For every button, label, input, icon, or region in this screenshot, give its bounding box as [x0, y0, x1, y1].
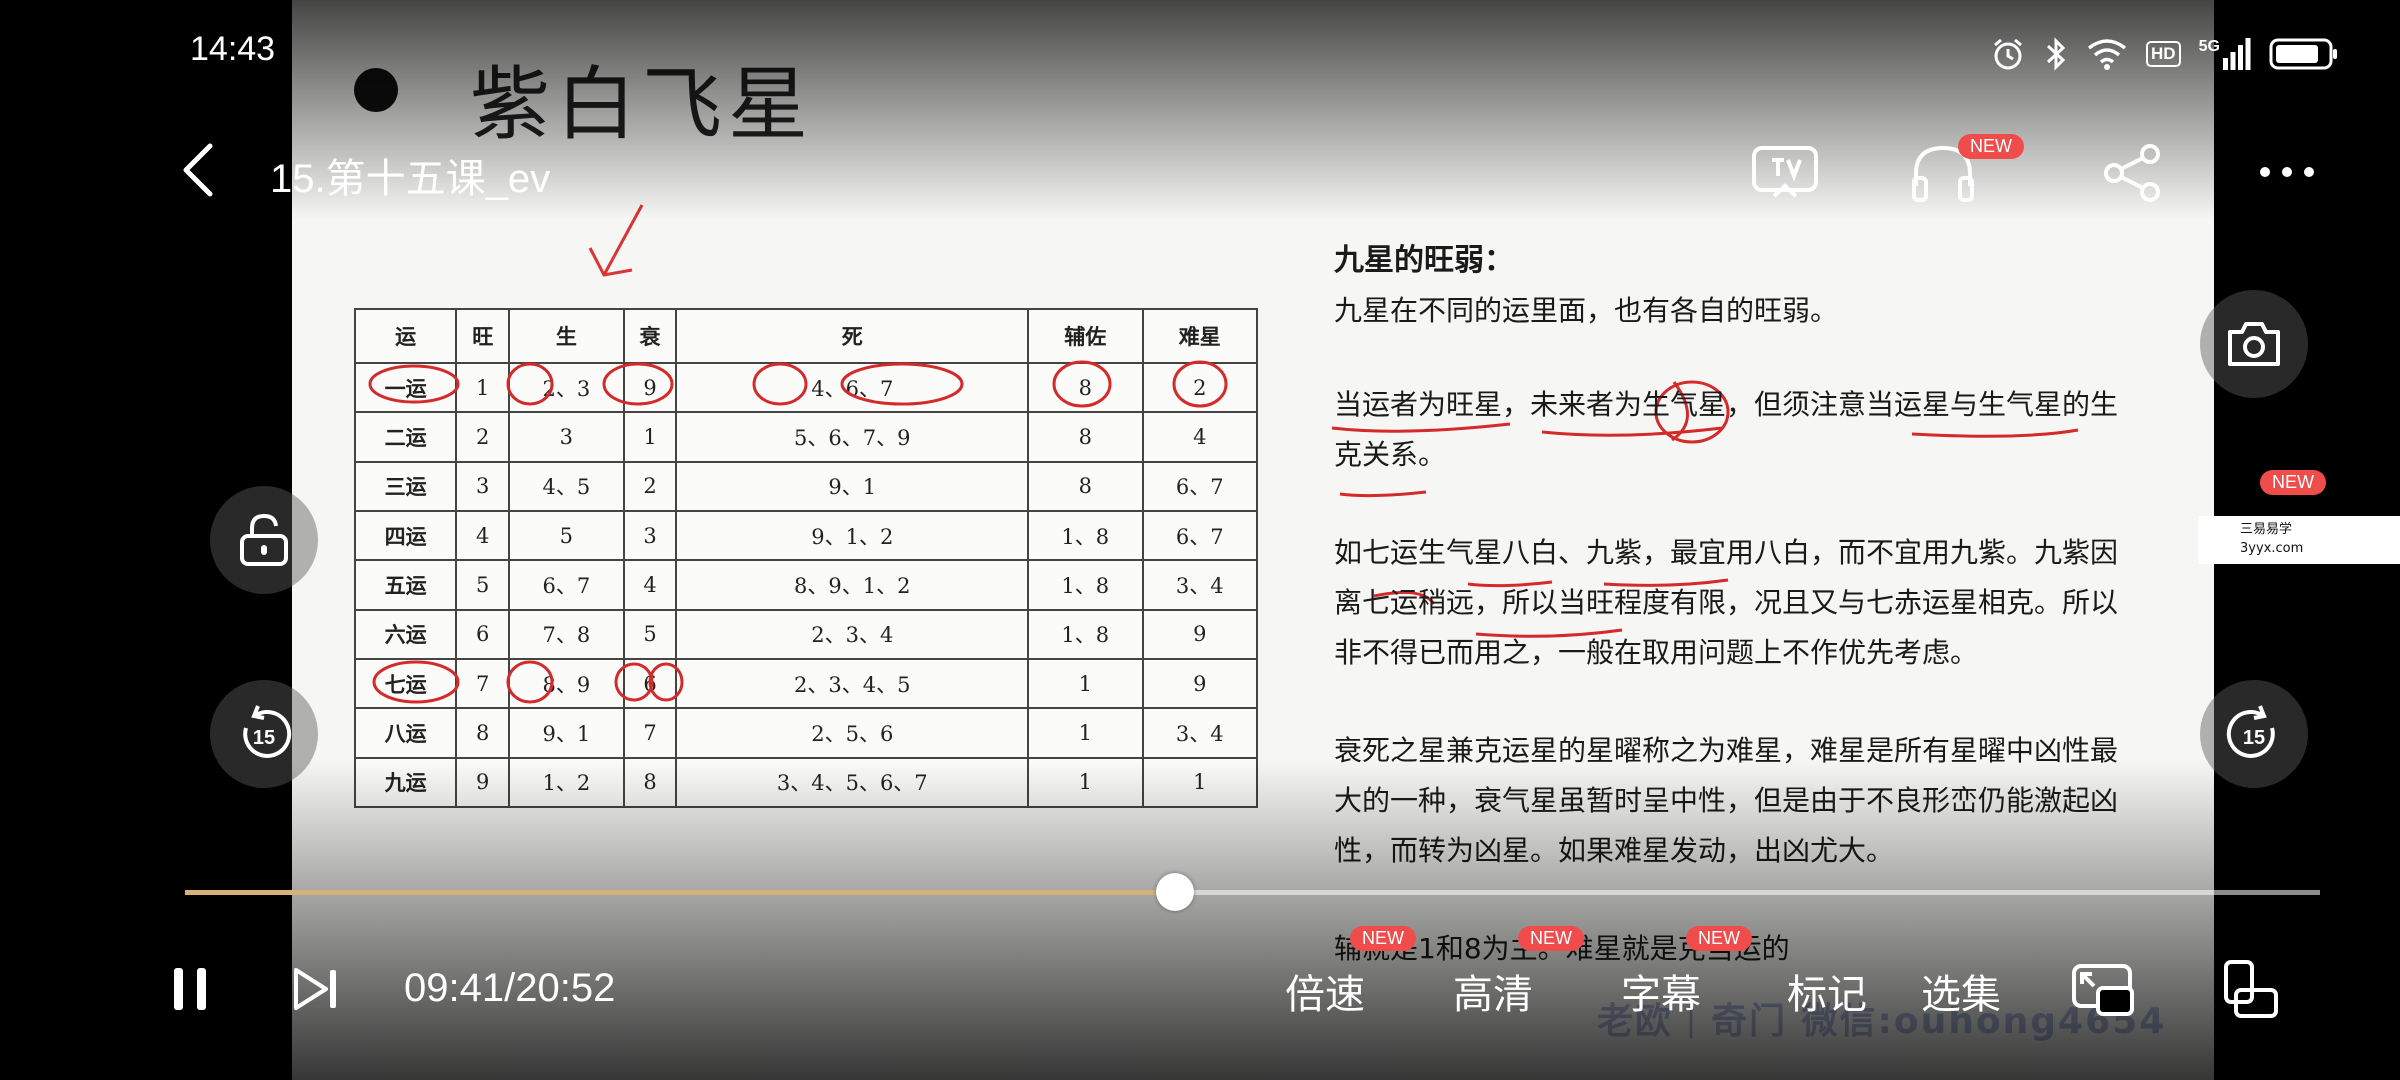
new-badge: NEW [1686, 926, 1752, 951]
tv-cast-icon[interactable] [1750, 142, 1820, 204]
new-badge: NEW [1958, 134, 2024, 159]
alarm-icon [1994, 38, 2022, 70]
notes-paragraph: 九星在不同的运里面，也有各自的旺弱。 [1334, 294, 1839, 327]
subtitles-button[interactable]: 字幕 [1621, 962, 1701, 1020]
notes-paragraph: 如七运生气星八白、九紫，最宜用八白，而不宜用九紫。九紫因离七运稍远，所以当旺程度… [1334, 536, 2119, 669]
wifi-icon [2087, 39, 2127, 70]
forward-15-button[interactable]: 15 [2200, 680, 2308, 788]
svg-text:15: 15 [2243, 727, 2265, 749]
back-arrow-icon[interactable] [178, 140, 218, 200]
next-episode-icon[interactable] [292, 966, 340, 1012]
site-logo-url: 3yyx.com [2240, 541, 2304, 556]
new-badge: NEW [2260, 470, 2326, 495]
more-options-icon[interactable] [2256, 160, 2318, 184]
screenshot-button[interactable] [2200, 290, 2308, 398]
svg-text:15: 15 [253, 727, 275, 749]
episodes-button[interactable]: 选集 [1921, 962, 2001, 1020]
notes-heading: 九星的旺弱： [1334, 243, 1514, 278]
pause-icon[interactable] [168, 964, 212, 1014]
bookmark-button[interactable]: 标记 [1787, 962, 1867, 1020]
notes-paragraph: 当运者为旺星，未来者为生气星，但须注意当运星与生气星的生克关系。 [1334, 388, 2119, 471]
site-logo-name: 三易易学 [2240, 522, 2293, 537]
progress-thumb[interactable] [1155, 873, 1194, 911]
new-badge: NEW [1518, 926, 1584, 951]
notes-paragraph: 衰死之星兼克运星的星曜称之为难星，难星是所有星曜中凶性最大的一种，衰气星虽暂时呈… [1334, 734, 2119, 867]
rotate-screen-icon[interactable] [2218, 958, 2282, 1022]
lock-button[interactable] [210, 486, 318, 594]
playback-time: 09:41/20:52 [404, 966, 616, 1010]
quality-button[interactable]: 高清 [1453, 962, 1533, 1020]
battery-icon [2269, 38, 2337, 70]
network-type: 5G [2198, 38, 2220, 55]
status-icons: HD 5G [1990, 30, 2339, 78]
share-icon[interactable] [2102, 142, 2164, 204]
signal-indicator: 5G [2199, 38, 2251, 70]
speed-button[interactable]: 倍速 [1285, 962, 1365, 1020]
forward-15-icon: 15 [2226, 705, 2275, 758]
rewind-15-icon: 15 [243, 705, 292, 758]
progress-bar[interactable] [185, 873, 2320, 911]
new-badge: NEW [1350, 926, 1416, 951]
site-logo: 三易易学 3yyx.com [2198, 516, 2400, 564]
video-title: 15.第十五课_ev [270, 157, 551, 201]
camera-icon [2228, 322, 2280, 366]
hd-badge: HD [2146, 41, 2181, 67]
bluetooth-icon [2046, 37, 2066, 71]
signal-bars-icon [2222, 38, 2251, 70]
picture-in-picture-icon[interactable] [2068, 960, 2138, 1020]
slide-notes: 九星的旺弱： 九星在不同的运里面，也有各自的旺弱。 当运者为旺星，未来者为生气星… [1334, 236, 2134, 1022]
progress-played [185, 890, 1175, 895]
status-clock: 14:43 [190, 30, 276, 68]
rewind-15-button[interactable]: 15 [210, 680, 318, 788]
unlock-icon [240, 513, 288, 566]
